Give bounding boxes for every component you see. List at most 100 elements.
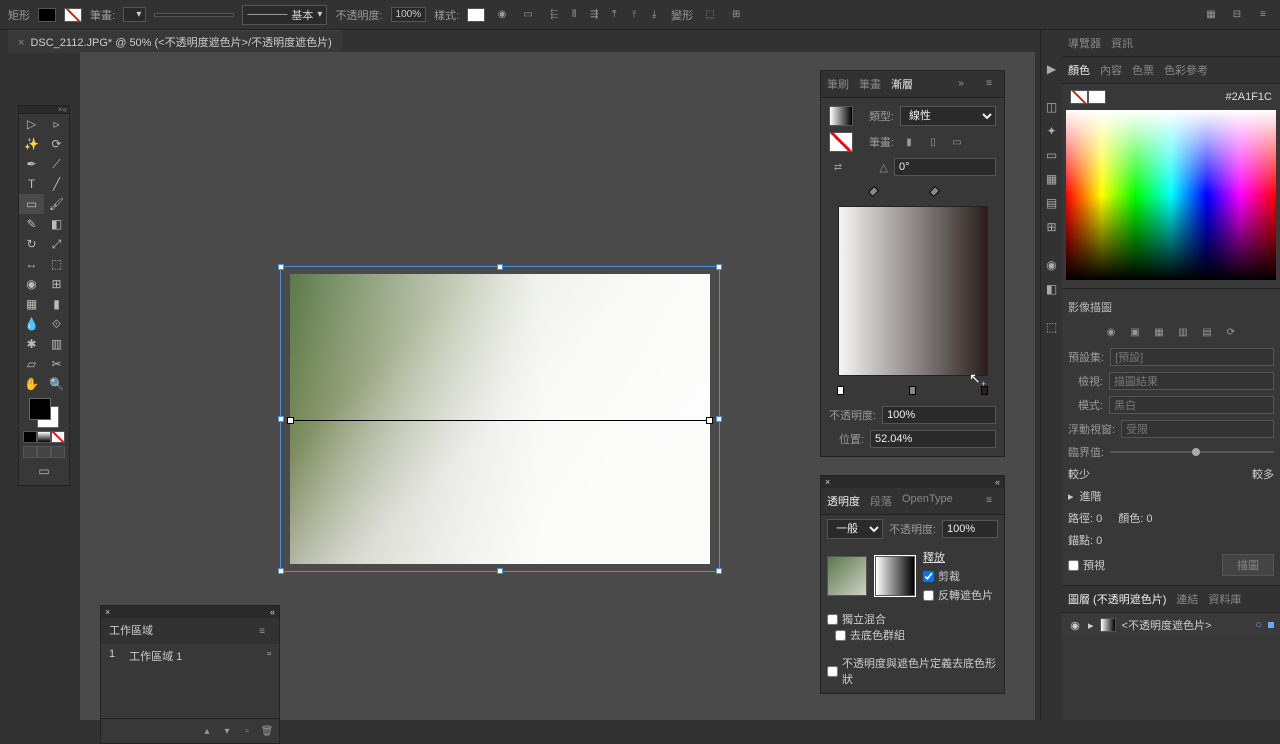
blend-tool[interactable]: ⟐: [44, 314, 69, 334]
threshold-slider[interactable]: [1110, 451, 1274, 453]
trace-preset-5[interactable]: ▤: [1198, 323, 1216, 341]
layer-name[interactable]: <不透明度遮色片>: [1122, 617, 1212, 633]
tool1-icon[interactable]: ◫: [1043, 98, 1061, 116]
angle-input[interactable]: [894, 158, 996, 176]
align-middle-icon[interactable]: ⫯: [625, 6, 643, 24]
object-thumb[interactable]: [827, 556, 867, 596]
slice-tool[interactable]: ✂: [44, 354, 69, 374]
width-tool[interactable]: ↔: [19, 254, 44, 274]
draw-inside[interactable]: [51, 446, 65, 458]
tool7-icon[interactable]: ◉: [1043, 256, 1061, 274]
fill-color[interactable]: [29, 398, 51, 420]
rectangle-tool[interactable]: ▭: [19, 194, 44, 214]
tab-stroke[interactable]: 筆畫: [859, 74, 881, 94]
direct-selection-tool[interactable]: ▹: [44, 114, 69, 134]
isolate-checkbox[interactable]: 獨立混合: [827, 611, 998, 627]
stroke-profile-dropdown[interactable]: [154, 13, 234, 17]
move-down-icon[interactable]: ▾: [218, 722, 236, 740]
tool5-icon[interactable]: ▤: [1043, 194, 1061, 212]
tool4-icon[interactable]: ▦: [1043, 170, 1061, 188]
free-transform-tool[interactable]: ⬚: [44, 254, 69, 274]
brush-def-dropdown[interactable]: ———— 基本 ▾: [242, 5, 327, 25]
panel-menu-icon[interactable]: ≡: [980, 491, 998, 509]
tool3-icon[interactable]: ▭: [1043, 146, 1061, 164]
tab-info[interactable]: 資訊: [1111, 33, 1133, 53]
perspective-grid-tool[interactable]: ⊞: [44, 274, 69, 294]
tab-navigator[interactable]: 導覽器: [1068, 33, 1101, 53]
shape-builder-icon[interactable]: ⬚: [701, 6, 719, 24]
zoom-tool[interactable]: 🔍: [44, 374, 69, 394]
color-spectrum[interactable]: [1066, 110, 1276, 280]
recolor-icon[interactable]: ◉: [493, 6, 511, 24]
artboard-options-icon[interactable]: ▫: [267, 648, 271, 664]
collapse-icon[interactable]: «: [63, 105, 67, 114]
document-setup-icon[interactable]: ▭: [519, 6, 537, 24]
type-tool[interactable]: T: [19, 174, 44, 194]
knockout-checkbox[interactable]: 去底色群組: [835, 627, 998, 643]
close-icon[interactable]: ×: [105, 607, 110, 617]
gpu-preview-icon[interactable]: ⊟: [1228, 6, 1246, 24]
stroke-swatch[interactable]: [64, 8, 82, 22]
stop-opacity-input[interactable]: [882, 406, 996, 424]
align-center-icon[interactable]: ⫴: [565, 6, 583, 24]
color-stop-white[interactable]: [837, 386, 844, 395]
fill-swatch[interactable]: [38, 8, 56, 22]
handle-br[interactable]: [716, 568, 722, 574]
fill-stroke-swatches[interactable]: [29, 398, 59, 428]
move-up-icon[interactable]: ▴: [198, 722, 216, 740]
tool2-icon[interactable]: ✦: [1043, 122, 1061, 140]
trace-preset-2[interactable]: ▣: [1126, 323, 1144, 341]
shape-builder-tool[interactable]: ◉: [19, 274, 44, 294]
tool6-icon[interactable]: ⊞: [1043, 218, 1061, 236]
opacity-stop-1[interactable]: [868, 186, 879, 197]
align-left-icon[interactable]: ⬱: [545, 6, 563, 24]
handle-tm[interactable]: [497, 264, 503, 270]
color-stop-mid[interactable]: [909, 386, 916, 395]
play-icon[interactable]: ▶: [1043, 60, 1061, 78]
tab-opentype[interactable]: OpenType: [902, 491, 953, 511]
opacity-input[interactable]: [942, 520, 998, 538]
hand-tool[interactable]: ✋: [19, 374, 44, 394]
stroke-grad-2[interactable]: ▯: [924, 133, 942, 151]
tab-close-icon[interactable]: ×: [18, 37, 24, 49]
tab-gradient[interactable]: 漸層: [891, 74, 913, 94]
tool9-icon[interactable]: ⬚: [1043, 318, 1061, 336]
bg-color-swatch[interactable]: [1088, 90, 1106, 104]
graph-tool[interactable]: ▥: [44, 334, 69, 354]
mask-thumb[interactable]: [875, 556, 915, 596]
opacity-stop-2[interactable]: [928, 186, 939, 197]
shaper-tool[interactable]: ✎: [19, 214, 44, 234]
panel-menu-icon[interactable]: ≡: [980, 74, 998, 92]
lasso-tool[interactable]: ⟳: [44, 134, 69, 154]
handle-tl[interactable]: [278, 264, 284, 270]
trace-preset-1[interactable]: ◉: [1102, 323, 1120, 341]
tab-links[interactable]: 連結: [1176, 589, 1198, 609]
stroke-gradient-thumb[interactable]: [829, 132, 853, 152]
tab-paragraph[interactable]: 段落: [870, 491, 892, 511]
expand-icon[interactable]: ▸: [1088, 619, 1094, 632]
tab-color-guide[interactable]: 色彩參考: [1164, 60, 1208, 80]
clip-checkbox[interactable]: 剪裁: [923, 568, 993, 584]
scale-tool[interactable]: ⤢: [44, 234, 69, 254]
align-top-icon[interactable]: ⤒: [605, 6, 623, 24]
align-bottom-icon[interactable]: ⤓: [645, 6, 663, 24]
handle-mr[interactable]: [716, 416, 722, 422]
tool8-icon[interactable]: ◧: [1043, 280, 1061, 298]
gradient-type-select[interactable]: 線性: [900, 106, 996, 126]
style-swatch[interactable]: [467, 8, 485, 22]
view-select[interactable]: [1109, 372, 1274, 390]
color-stop-black[interactable]: [981, 386, 988, 395]
selection-bounding-box[interactable]: [280, 266, 720, 572]
active-color-swatch[interactable]: [1070, 90, 1088, 104]
tab-swatches[interactable]: 色票: [1132, 60, 1154, 80]
blend-mode-select[interactable]: 一般: [827, 519, 883, 539]
opacity-value[interactable]: 100%: [391, 7, 427, 22]
gradient-tool[interactable]: ▮: [44, 294, 69, 314]
paintbrush-tool[interactable]: 🖌: [44, 194, 69, 214]
screen-mode-icon[interactable]: ▭: [32, 461, 57, 481]
new-artboard-icon[interactable]: ▫: [238, 722, 256, 740]
visibility-icon[interactable]: ◉: [1068, 619, 1082, 632]
isolate-icon[interactable]: ⊞: [727, 6, 745, 24]
handle-bm[interactable]: [497, 568, 503, 574]
tab-transparency[interactable]: 透明度: [827, 491, 860, 511]
